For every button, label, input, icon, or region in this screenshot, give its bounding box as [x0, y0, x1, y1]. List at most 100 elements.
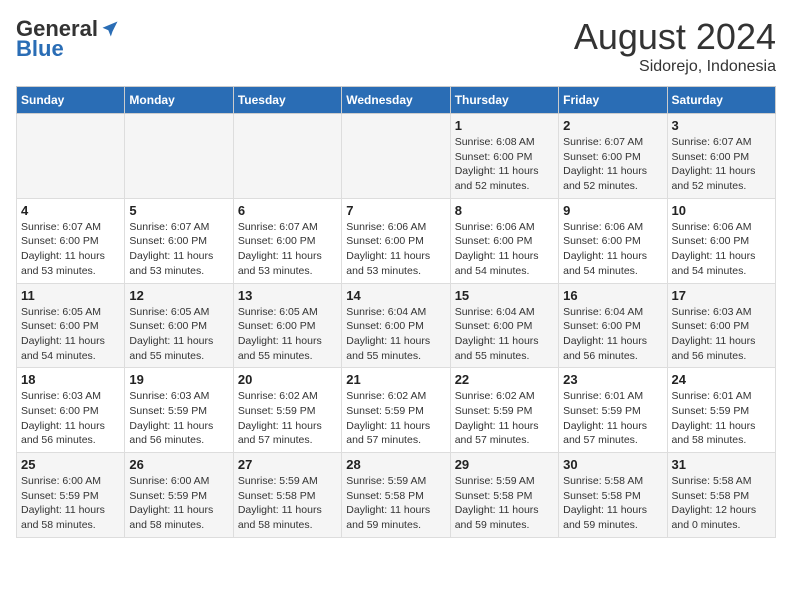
- title-area: August 2024 Sidorejo, Indonesia: [574, 16, 776, 76]
- calendar-day-cell: 4Sunrise: 6:07 AM Sunset: 6:00 PM Daylig…: [17, 198, 125, 283]
- calendar-day-cell: 22 Sunrise: 6:02 AM Sunset: 5:59 PM Dayli…: [450, 368, 558, 453]
- day-detail: Sunrise: 6:07 AM Sunset: 6:00 PM Dayligh…: [238, 220, 337, 279]
- logo-blue-text: Blue: [16, 36, 64, 62]
- day-number: 9: [563, 203, 662, 218]
- day-detail: Sunrise: 6:02 AM Sunset: 5:59 PM Dayligh…: [455, 389, 554, 448]
- calendar-day-cell: 8 Sunrise: 6:06 AM Sunset: 6:00 PM Daylig…: [450, 198, 558, 283]
- day-detail: Sunrise: 5:58 AM Sunset: 5:58 PM Dayligh…: [563, 474, 662, 533]
- calendar-day-cell: 1Sunrise: 6:08 AM Sunset: 6:00 PM Daylig…: [450, 114, 558, 199]
- day-detail: Sunrise: 6:06 AM Sunset: 6:00 PM Dayligh…: [563, 220, 662, 279]
- calendar-day-cell: 12Sunrise: 6:05 AM Sunset: 6:00 PM Dayli…: [125, 283, 233, 368]
- day-number: 11: [21, 288, 120, 303]
- calendar-day-cell: 29Sunrise: 5:59 AM Sunset: 5:58 PM Dayli…: [450, 453, 558, 538]
- calendar-day-cell: 23 Sunrise: 6:01 AM Sunset: 5:59 PM Dayli…: [559, 368, 667, 453]
- day-detail: Sunrise: 6:01 AM Sunset: 5:59 PM Dayligh…: [563, 389, 662, 448]
- calendar-day-cell: 27 Sunrise: 5:59 AM Sunset: 5:58 PM Dayli…: [233, 453, 341, 538]
- day-number: 28: [346, 457, 445, 472]
- day-detail: Sunrise: 6:06 AM Sunset: 6:00 PM Dayligh…: [672, 220, 771, 279]
- day-detail: Sunrise: 6:06 AM Sunset: 6:00 PM Dayligh…: [455, 220, 554, 279]
- day-number: 15: [455, 288, 554, 303]
- calendar-day-cell: 26 Sunrise: 6:00 AM Sunset: 5:59 PM Dayli…: [125, 453, 233, 538]
- day-number: 31: [672, 457, 771, 472]
- day-number: 3: [672, 118, 771, 133]
- calendar-day-cell: [342, 114, 450, 199]
- day-number: 18: [21, 372, 120, 387]
- logo: General Blue: [16, 16, 120, 62]
- day-number: 21: [346, 372, 445, 387]
- day-detail: Sunrise: 5:59 AM Sunset: 5:58 PM Dayligh…: [238, 474, 337, 533]
- calendar-day-cell: 30 Sunrise: 5:58 AM Sunset: 5:58 PM Dayli…: [559, 453, 667, 538]
- calendar-day-cell: 31Sunrise: 5:58 AM Sunset: 5:58 PM Dayli…: [667, 453, 775, 538]
- day-number: 10: [672, 203, 771, 218]
- calendar-day-cell: 11Sunrise: 6:05 AM Sunset: 6:00 PM Dayli…: [17, 283, 125, 368]
- day-of-week-header: Tuesday: [233, 87, 341, 114]
- day-number: 25: [21, 457, 120, 472]
- calendar-day-cell: 10 Sunrise: 6:06 AM Sunset: 6:00 PM Dayli…: [667, 198, 775, 283]
- day-detail: Sunrise: 6:07 AM Sunset: 6:00 PM Dayligh…: [21, 220, 120, 279]
- calendar-day-cell: 9 Sunrise: 6:06 AM Sunset: 6:00 PM Daylig…: [559, 198, 667, 283]
- day-number: 19: [129, 372, 228, 387]
- day-detail: Sunrise: 6:00 AM Sunset: 5:59 PM Dayligh…: [129, 474, 228, 533]
- day-detail: Sunrise: 6:07 AM Sunset: 6:00 PM Dayligh…: [129, 220, 228, 279]
- calendar-day-cell: 24 Sunrise: 6:01 AM Sunset: 5:59 PM Dayli…: [667, 368, 775, 453]
- calendar-day-cell: 2 Sunrise: 6:07 AM Sunset: 6:00 PM Daylig…: [559, 114, 667, 199]
- day-detail: Sunrise: 6:08 AM Sunset: 6:00 PM Dayligh…: [455, 135, 554, 194]
- day-number: 24: [672, 372, 771, 387]
- calendar-day-cell: 13 Sunrise: 6:05 AM Sunset: 6:00 PM Dayli…: [233, 283, 341, 368]
- calendar-day-cell: 14Sunrise: 6:04 AM Sunset: 6:00 PM Dayli…: [342, 283, 450, 368]
- day-number: 8: [455, 203, 554, 218]
- day-detail: Sunrise: 5:59 AM Sunset: 5:58 PM Dayligh…: [455, 474, 554, 533]
- day-number: 26: [129, 457, 228, 472]
- calendar-day-cell: 15 Sunrise: 6:04 AM Sunset: 6:00 PM Dayli…: [450, 283, 558, 368]
- calendar-header-row: SundayMondayTuesdayWednesdayThursdayFrid…: [17, 87, 776, 114]
- day-number: 23: [563, 372, 662, 387]
- day-of-week-header: Saturday: [667, 87, 775, 114]
- day-number: 20: [238, 372, 337, 387]
- day-detail: Sunrise: 6:02 AM Sunset: 5:59 PM Dayligh…: [238, 389, 337, 448]
- calendar-day-cell: 25 Sunrise: 6:00 AM Sunset: 5:59 PM Dayli…: [17, 453, 125, 538]
- day-of-week-header: Thursday: [450, 87, 558, 114]
- day-detail: Sunrise: 6:03 AM Sunset: 5:59 PM Dayligh…: [129, 389, 228, 448]
- day-detail: Sunrise: 6:07 AM Sunset: 6:00 PM Dayligh…: [563, 135, 662, 194]
- day-number: 6: [238, 203, 337, 218]
- day-detail: Sunrise: 6:01 AM Sunset: 5:59 PM Dayligh…: [672, 389, 771, 448]
- calendar-day-cell: 7 Sunrise: 6:06 AM Sunset: 6:00 PM Daylig…: [342, 198, 450, 283]
- day-number: 17: [672, 288, 771, 303]
- day-number: 27: [238, 457, 337, 472]
- day-detail: Sunrise: 6:05 AM Sunset: 6:00 PM Dayligh…: [238, 305, 337, 364]
- day-number: 13: [238, 288, 337, 303]
- day-detail: Sunrise: 6:05 AM Sunset: 6:00 PM Dayligh…: [129, 305, 228, 364]
- logo-bird-icon: [100, 19, 120, 39]
- day-number: 22: [455, 372, 554, 387]
- calendar-day-cell: 18Sunrise: 6:03 AM Sunset: 6:00 PM Dayli…: [17, 368, 125, 453]
- day-detail: Sunrise: 6:04 AM Sunset: 6:00 PM Dayligh…: [563, 305, 662, 364]
- page-header: General Blue August 2024 Sidorejo, Indon…: [16, 16, 776, 76]
- day-number: 30: [563, 457, 662, 472]
- day-detail: Sunrise: 6:04 AM Sunset: 6:00 PM Dayligh…: [455, 305, 554, 364]
- calendar-week-row: 4Sunrise: 6:07 AM Sunset: 6:00 PM Daylig…: [17, 198, 776, 283]
- month-year-title: August 2024: [574, 16, 776, 58]
- day-number: 7: [346, 203, 445, 218]
- day-of-week-header: Wednesday: [342, 87, 450, 114]
- calendar-week-row: 25 Sunrise: 6:00 AM Sunset: 5:59 PM Dayli…: [17, 453, 776, 538]
- calendar-week-row: 1Sunrise: 6:08 AM Sunset: 6:00 PM Daylig…: [17, 114, 776, 199]
- day-number: 2: [563, 118, 662, 133]
- calendar-table: SundayMondayTuesdayWednesdayThursdayFrid…: [16, 86, 776, 538]
- calendar-day-cell: 16 Sunrise: 6:04 AM Sunset: 6:00 PM Dayli…: [559, 283, 667, 368]
- calendar-day-cell: 5Sunrise: 6:07 AM Sunset: 6:00 PM Daylig…: [125, 198, 233, 283]
- calendar-day-cell: 3Sunrise: 6:07 AM Sunset: 6:00 PM Daylig…: [667, 114, 775, 199]
- day-detail: Sunrise: 6:03 AM Sunset: 6:00 PM Dayligh…: [672, 305, 771, 364]
- location-subtitle: Sidorejo, Indonesia: [574, 58, 776, 76]
- day-number: 16: [563, 288, 662, 303]
- day-of-week-header: Monday: [125, 87, 233, 114]
- day-of-week-header: Friday: [559, 87, 667, 114]
- calendar-day-cell: 21 Sunrise: 6:02 AM Sunset: 5:59 PM Dayli…: [342, 368, 450, 453]
- day-detail: Sunrise: 6:00 AM Sunset: 5:59 PM Dayligh…: [21, 474, 120, 533]
- calendar-week-row: 18Sunrise: 6:03 AM Sunset: 6:00 PM Dayli…: [17, 368, 776, 453]
- day-of-week-header: Sunday: [17, 87, 125, 114]
- day-detail: Sunrise: 6:06 AM Sunset: 6:00 PM Dayligh…: [346, 220, 445, 279]
- calendar-day-cell: 17 Sunrise: 6:03 AM Sunset: 6:00 PM Dayli…: [667, 283, 775, 368]
- calendar-day-cell: [125, 114, 233, 199]
- calendar-week-row: 11 Sunrise: 6:05 AM Sunset: 6:00 PM Dayli…: [17, 283, 776, 368]
- day-detail: Sunrise: 6:02 AM Sunset: 5:59 PM Dayligh…: [346, 389, 445, 448]
